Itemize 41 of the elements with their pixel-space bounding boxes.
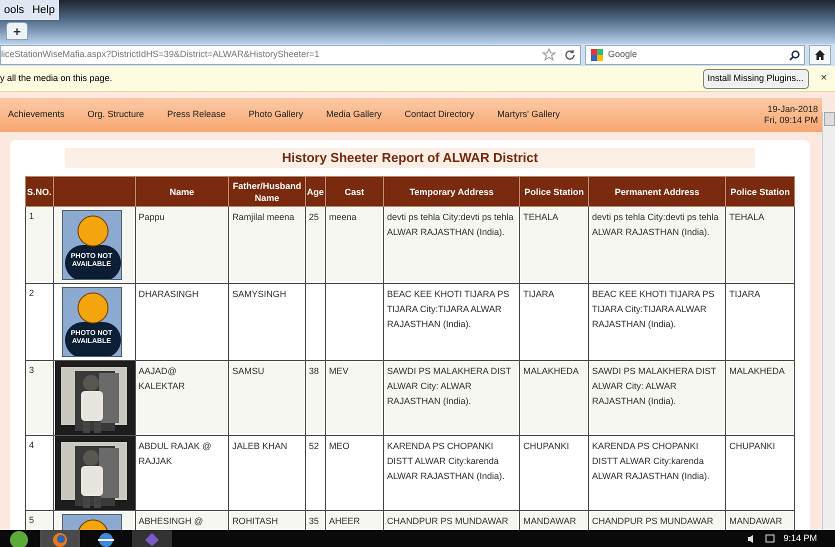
google-logo-icon[interactable]: [590, 48, 604, 62]
time-text: Fri, 09:14 PM: [764, 115, 818, 126]
nav-link[interactable]: Contact Directory: [404, 108, 474, 122]
search-field[interactable]: Google: [585, 45, 805, 65]
nav-link[interactable]: Achievements: [8, 108, 65, 122]
url-text: liceStationWiseMafia.aspx?DistrictIdHS=39&District=ALWAR&HistorySheeter=1: [1, 48, 320, 62]
column-header: S.NO.: [26, 176, 54, 206]
address-bar[interactable]: liceStationWiseMafia.aspx?DistrictIdHS=39&District=ALWAR&HistorySheeter=1: [0, 45, 581, 65]
notification-text: y all the media on this page.: [0, 72, 114, 85]
nav-link[interactable]: Press Release: [167, 108, 226, 122]
install-plugins-button[interactable]: Install Missing Plugins...: [702, 68, 809, 88]
serial-cell: 2: [26, 284, 54, 360]
taskbar-clock: 9:14 PM: [783, 532, 817, 545]
nav-link[interactable]: Org. Structure: [88, 108, 144, 122]
search-engine-label: Google: [608, 48, 638, 62]
scrollbar[interactable]: [822, 112, 835, 530]
nav-link[interactable]: Martyrs' Gallery: [497, 108, 560, 122]
home-icon: [814, 49, 826, 61]
network-icon[interactable]: [765, 534, 776, 544]
nav-link[interactable]: Media Gallery: [326, 108, 382, 122]
browser-icon[interactable]: [40, 530, 80, 547]
serial-cell: 1: [26, 206, 54, 284]
serial-cell: 3: [26, 360, 54, 436]
new-tab-button[interactable]: +: [6, 22, 28, 40]
column-header: Permanent Address: [588, 176, 726, 206]
report-title: History Sheeter Report of ALWAR District: [282, 149, 538, 168]
menu-item[interactable]: Help: [32, 2, 55, 18]
age-cell: 25: [305, 206, 326, 284]
home-button[interactable]: [809, 45, 831, 65]
star-icon[interactable]: [542, 48, 556, 62]
serial-cell: 4: [26, 436, 54, 510]
menu-item[interactable]: ools: [4, 2, 24, 18]
close-button[interactable]: ×: [820, 70, 827, 87]
nav-link[interactable]: Photo Gallery: [248, 108, 304, 122]
column-header: Temporary Address: [383, 176, 520, 206]
age-cell: 52: [305, 436, 326, 510]
search-icon[interactable]: [789, 50, 800, 60]
reload-icon[interactable]: [564, 49, 576, 61]
app-icon[interactable]: [132, 530, 172, 547]
age-cell: 38: [305, 360, 326, 436]
date-text: 19-Jan-2018: [767, 104, 818, 115]
